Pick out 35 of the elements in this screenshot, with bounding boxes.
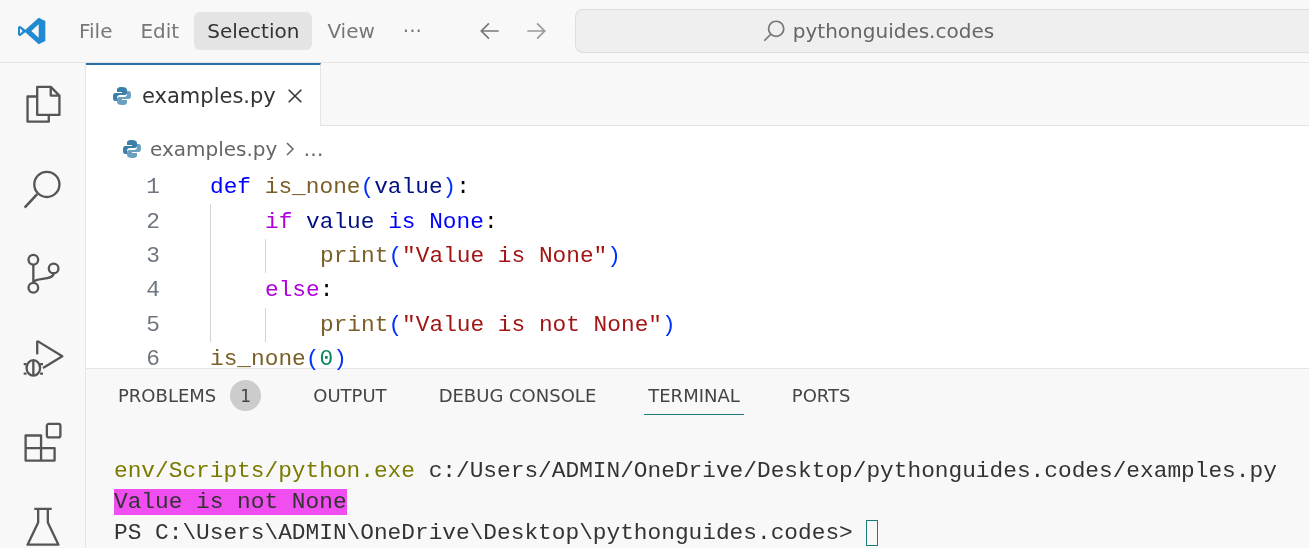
breadcrumb-item[interactable]: …	[303, 137, 324, 161]
code-line: print("Value is None")	[320, 242, 621, 269]
terminal-line: PS C:\Users\ADMIN\OneDrive\Desktop\pythonguides.codes>	[114, 519, 854, 546]
panel-tab[interactable]: PORTS	[787, 377, 855, 415]
chevron-icon	[285, 141, 296, 157]
breadcrumb-item[interactable]: examples.py	[150, 137, 278, 161]
menu-item[interactable]: File	[66, 12, 126, 50]
panel-tab[interactable]: PROBLEMS 1	[114, 372, 266, 420]
search-field[interactable]: pythonguides.codes	[574, 9, 1309, 53]
menu-item[interactable]: Edit	[127, 12, 193, 50]
line-number: 2	[145, 208, 160, 235]
code-line: if value is None:	[265, 208, 498, 235]
close-icon[interactable]	[285, 86, 304, 105]
terminal-line: env/Scripts/python.exe c:/Users/ADMIN/OneDrive/Desktop/pythonguides.codes/examples.py	[114, 457, 1277, 484]
editor-tab[interactable]: examples.py	[86, 63, 321, 126]
app-logo-icon	[16, 15, 48, 47]
menu-item[interactable]: Selection	[194, 12, 313, 50]
panel-tab[interactable]: DEBUG CONSOLE	[434, 377, 601, 415]
menu-item[interactable]: ···	[389, 12, 435, 50]
code-line: else:	[265, 277, 334, 304]
menu-item[interactable]: View	[314, 12, 388, 50]
tab-label: examples.py	[142, 83, 276, 108]
python-icon	[122, 139, 142, 159]
line-number: 1	[145, 174, 160, 201]
code-line: print("Value is not None")	[320, 311, 676, 338]
count-badge: 1	[230, 380, 262, 411]
line-number: 6	[145, 346, 160, 373]
code-line: is_none(0)	[210, 346, 347, 373]
python-icon	[112, 85, 132, 106]
line-number: 5	[145, 311, 160, 338]
code-line: def is_none(value):	[210, 174, 470, 201]
panel-tab[interactable]: OUTPUT	[309, 377, 391, 415]
line-number: 4	[145, 277, 160, 304]
line-number: 3	[145, 242, 160, 269]
panel-tab[interactable]: TERMINAL	[644, 377, 744, 415]
